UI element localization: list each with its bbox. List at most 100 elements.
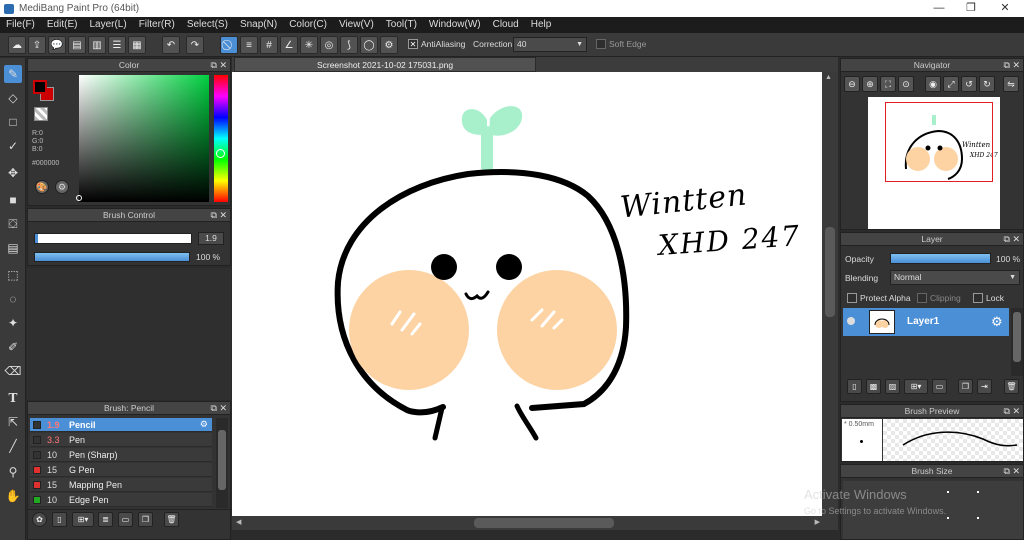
chat-icon[interactable]: 💬 xyxy=(48,36,66,54)
saturation-value-picker[interactable] xyxy=(79,75,209,202)
brush-list-scrollbar[interactable] xyxy=(216,418,228,508)
menu-help[interactable]: Help xyxy=(525,17,558,33)
brush-tool-icon[interactable]: ✎ xyxy=(4,65,22,83)
canvas-tab[interactable]: Screenshot 2021-10-02 175031.png xyxy=(234,57,536,72)
new-layer-icon[interactable]: ▯ xyxy=(847,379,862,394)
layer-row[interactable]: Layer1 ⚙ xyxy=(843,308,1009,336)
size-preset-dot[interactable] xyxy=(947,517,949,519)
antialias-checkbox[interactable]: ✕ xyxy=(408,39,418,49)
menu-view[interactable]: View(V) xyxy=(333,17,380,33)
menu-tool[interactable]: Tool(T) xyxy=(380,17,423,33)
zoom-in-icon[interactable]: ⊕ xyxy=(862,76,878,92)
grid-icon[interactable]: ▦ xyxy=(128,36,146,54)
folder-icon[interactable]: ▭ xyxy=(118,512,133,527)
menu-filter[interactable]: Filter(R) xyxy=(133,17,181,33)
panel-controls-icon[interactable]: ⧉ ✕ xyxy=(211,402,227,415)
add-brush-menu-icon[interactable]: ⊞▾ xyxy=(72,512,94,527)
grid-snap-icon[interactable]: # xyxy=(260,36,278,54)
lock-checkbox[interactable] xyxy=(973,293,983,303)
foreground-color-swatch[interactable] xyxy=(33,80,47,94)
bucket-tool-icon[interactable]: ⛋ xyxy=(4,215,22,233)
list-icon[interactable]: ☰ xyxy=(108,36,126,54)
menu-layer[interactable]: Layer(L) xyxy=(83,17,132,33)
actual-size-icon[interactable]: ⊙ xyxy=(898,76,914,92)
panel-controls-icon[interactable]: ⧉ ✕ xyxy=(211,209,227,222)
scrollbar-thumb[interactable] xyxy=(474,518,614,528)
new-8bit-layer-icon[interactable]: ▨ xyxy=(885,379,900,394)
transparent-swatch[interactable] xyxy=(34,107,48,121)
panel-controls-icon[interactable]: ⧉ ✕ xyxy=(1004,465,1020,478)
gear-icon[interactable]: ⚙ xyxy=(380,36,398,54)
check-tool-icon[interactable]: ✓ xyxy=(4,137,22,155)
circle-snap-icon[interactable]: ◎ xyxy=(320,36,338,54)
duplicate-brush-icon[interactable]: ❐ xyxy=(138,512,153,527)
close-button[interactable]: ✕ xyxy=(988,0,1022,17)
scroll-left-icon[interactable]: ◀ xyxy=(236,518,241,526)
vanishing-snap-icon[interactable]: ∠ xyxy=(280,36,298,54)
soft-edge-checkbox[interactable] xyxy=(596,39,606,49)
scrollbar-thumb[interactable] xyxy=(218,430,226,490)
brush-item[interactable]: 15 G Pen xyxy=(30,463,212,477)
brush-opacity-slider[interactable] xyxy=(34,252,190,262)
fit-screen-icon[interactable]: ⛶ xyxy=(880,76,896,92)
scrollbar-thumb[interactable] xyxy=(1013,312,1021,362)
panel-controls-icon[interactable]: ⧉ ✕ xyxy=(1004,405,1020,418)
curve-snap-icon[interactable]: ⟆ xyxy=(340,36,358,54)
blending-select[interactable]: Normal ▼ xyxy=(890,270,1020,285)
fill-rect-tool-icon[interactable]: ■ xyxy=(4,191,22,209)
magic-wand-tool-icon[interactable]: ✦ xyxy=(4,314,22,332)
snap-off-icon[interactable]: ⃠ xyxy=(220,36,238,54)
layer-opacity-slider[interactable] xyxy=(890,253,991,264)
operation-tool-icon[interactable]: ⇱ xyxy=(4,413,22,431)
ellipse-snap-icon[interactable]: ◯ xyxy=(360,36,378,54)
flip-icon[interactable]: ⇋ xyxy=(1003,76,1019,92)
brush-size-slider[interactable] xyxy=(34,233,192,244)
viewport-indicator[interactable] xyxy=(885,102,993,182)
brush-size-value[interactable]: 1.9 xyxy=(198,232,224,245)
layer-folder-icon[interactable]: ▭ xyxy=(932,379,947,394)
new-brush-icon[interactable]: ▯ xyxy=(52,512,67,527)
undo-icon[interactable]: ↶ xyxy=(162,36,180,54)
select-pen-tool-icon[interactable]: ✐ xyxy=(4,338,22,356)
trash-icon[interactable]: 🗑 xyxy=(1004,379,1019,394)
menu-cloud[interactable]: Cloud xyxy=(487,17,525,33)
canvas-horizontal-scrollbar[interactable]: ◀ ▶ xyxy=(232,516,838,530)
hue-slider-handle[interactable] xyxy=(216,149,225,158)
brush-item[interactable]: 10 Pen (Sharp) xyxy=(30,448,212,462)
comment-icon[interactable]: ▤ xyxy=(68,36,86,54)
shape-tool-icon[interactable]: □ xyxy=(4,113,22,131)
size-preset-dot[interactable] xyxy=(947,491,949,493)
menu-snap[interactable]: Snap(N) xyxy=(234,17,283,33)
redo-icon[interactable]: ↷ xyxy=(186,36,204,54)
move-tool-icon[interactable]: ✥ xyxy=(4,164,22,182)
text-tool-icon[interactable]: T xyxy=(4,389,22,407)
palette-settings-icon[interactable]: ⚙ xyxy=(55,180,69,194)
panel-controls-icon[interactable]: ⧉ ✕ xyxy=(1004,59,1020,72)
panel-controls-icon[interactable]: ⧉ ✕ xyxy=(1004,233,1020,246)
layer-settings-icon[interactable]: ⚙ xyxy=(991,314,1003,330)
trash-icon[interactable]: 🗑 xyxy=(164,512,179,527)
brush-item[interactable]: 1.9 Pencil ⚙ xyxy=(30,418,212,432)
menu-color[interactable]: Color(C) xyxy=(283,17,333,33)
lasso-tool-icon[interactable]: ◌ xyxy=(4,290,22,308)
size-preset-dot[interactable] xyxy=(977,517,979,519)
gradient-tool-icon[interactable]: ▤ xyxy=(4,239,22,257)
scroll-right-icon[interactable]: ▶ xyxy=(815,518,820,526)
clipping-checkbox[interactable] xyxy=(917,293,927,303)
rotate-left-icon[interactable]: ↺ xyxy=(961,76,977,92)
share-icon[interactable]: ⇪ xyxy=(28,36,46,54)
select-eraser-tool-icon[interactable]: ⌫ xyxy=(4,362,22,380)
minimize-button[interactable]: — xyxy=(922,0,956,17)
hue-slider[interactable] xyxy=(214,75,228,202)
menu-edit[interactable]: Edit(E) xyxy=(41,17,84,33)
brush-item[interactable]: 3.3 Pen xyxy=(30,433,212,447)
eye-icon[interactable] xyxy=(847,317,855,325)
eraser-tool-icon[interactable]: ◇ xyxy=(4,89,22,107)
page-icon[interactable]: ▥ xyxy=(88,36,106,54)
drawing-canvas[interactable]: Wintten XHD 247 xyxy=(232,72,838,516)
scrollbar-thumb[interactable] xyxy=(825,227,835,317)
merge-down-icon[interactable]: ⇥ xyxy=(977,379,992,394)
new-halftone-layer-icon[interactable]: ▩ xyxy=(866,379,881,394)
duplicate-layer-icon[interactable]: ❐ xyxy=(958,379,973,394)
eyedropper-tool-icon[interactable]: ⚲ xyxy=(4,463,22,481)
